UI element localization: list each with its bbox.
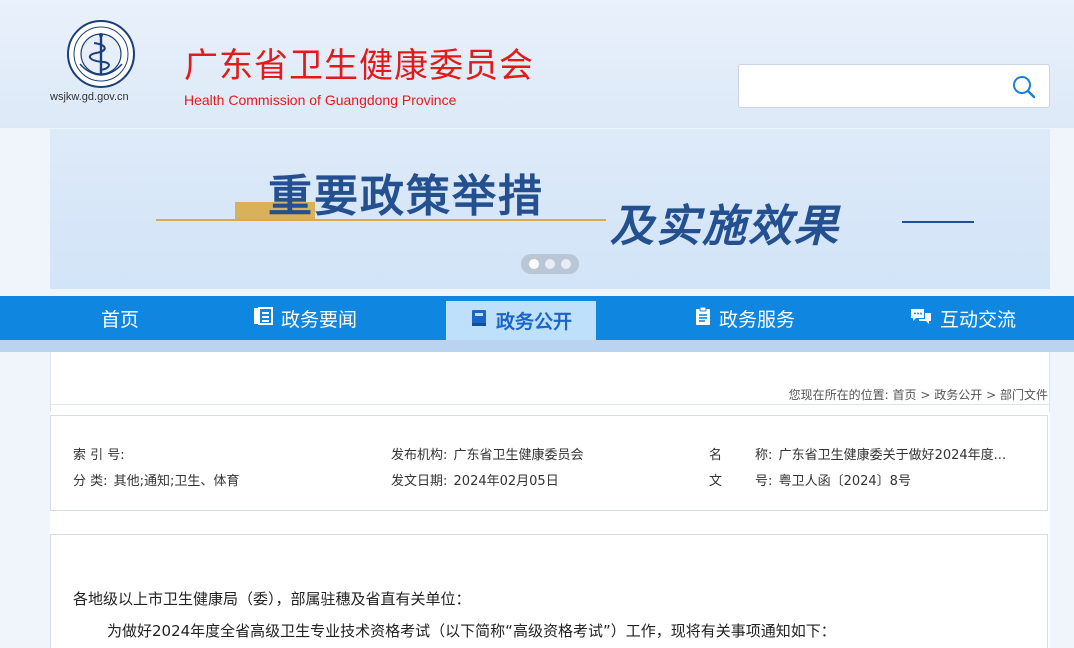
main-nav: 首页 政务要闻 政务公开 政务服务 互动交流 [0, 296, 1074, 340]
nav-item-public-affairs[interactable]: 政务公开 [446, 301, 596, 340]
meta-label: 发布机构: [391, 448, 448, 463]
meta-value: 广东省卫生健康委关于做好2024年度... [778, 448, 1007, 463]
content-border [1049, 352, 1050, 412]
site-domain: wsjkw.gd.gov.cn [50, 91, 129, 103]
content-border [50, 352, 51, 412]
nav-item-label: 政务服务 [718, 308, 795, 331]
carousel-dot[interactable] [561, 259, 571, 269]
chat-icon [910, 307, 932, 330]
meta-label: 分 类: [73, 474, 108, 489]
nav-item-interaction[interactable]: 互动交流 [888, 296, 1038, 340]
meta-publisher: 发布机构: 广东省卫生健康委员会 [391, 444, 584, 463]
search-box [738, 64, 1050, 108]
breadcrumb: 您现在所在的位置: 首页 > 政务公开 > 部门文件 [789, 386, 1048, 403]
carousel-indicators [521, 254, 579, 274]
breadcrumb-department-docs[interactable]: 部门文件 [1000, 388, 1048, 402]
nav-item-news[interactable]: 政务要闻 [230, 296, 380, 340]
banner-headline: 重要政策举措 [268, 171, 544, 222]
document-metadata: 索 引 号: 分 类: 其他;通知;卫生、体育 发布机构: 广东省卫生健康委员会… [50, 415, 1048, 511]
meta-value: 广东省卫生健康委员会 [453, 448, 584, 463]
carousel-dot[interactable] [529, 259, 539, 269]
breadcrumb-separator: > [986, 388, 1000, 402]
document-salutation: 各地级以上市卫生健康局（委），部属驻穗及省直有关单位： [73, 590, 471, 608]
health-emblem-icon[interactable] [66, 19, 136, 89]
meta-value: 2024年02月05日 [453, 474, 559, 489]
breadcrumb-separator: > [920, 388, 935, 402]
breadcrumb-public-affairs[interactable]: 政务公开 [934, 388, 982, 402]
meta-value: 粤卫人函〔2024〕8号 [778, 474, 911, 489]
site-header: wsjkw.gd.gov.cn 广东省卫生健康委员会 Health Commis… [0, 0, 1074, 128]
article-content: 您现在所在的位置: 首页 > 政务公开 > 部门文件 索 引 号: 分 类: 其… [50, 352, 1050, 648]
banner-carousel[interactable]: 重要政策举措 及实施效果 [50, 129, 1050, 289]
nav-item-label: 首页 [100, 308, 139, 331]
nav-item-label: 互动交流 [939, 308, 1016, 331]
meta-index: 索 引 号: [73, 444, 127, 463]
book-icon [470, 309, 488, 332]
meta-label: 名 称: [709, 448, 773, 463]
meta-category: 分 类: 其他;通知;卫生、体育 [73, 470, 239, 489]
breadcrumb-prefix: 您现在所在的位置: [788, 388, 889, 402]
site-title[interactable]: 广东省卫生健康委员会 [184, 46, 534, 86]
clipboard-icon [695, 306, 711, 331]
meta-label: 文 号: [709, 474, 773, 489]
site-subtitle: Health Commission of Guangdong Province [184, 92, 457, 108]
banner-subheadline: 及实施效果 [610, 201, 840, 252]
meta-label: 发文日期: [391, 474, 448, 489]
banner-decorative-line-right [902, 221, 974, 223]
meta-doc-number: 文 号: 粤卫人函〔2024〕8号 [709, 470, 911, 489]
carousel-dot[interactable] [545, 259, 555, 269]
nav-item-label: 政务公开 [495, 311, 572, 333]
search-input[interactable] [749, 73, 999, 99]
meta-value: 其他;通知;卫生、体育 [113, 474, 240, 489]
search-icon[interactable] [1011, 74, 1037, 100]
breadcrumb-divider [50, 404, 1050, 405]
nav-item-home[interactable]: 首页 [50, 296, 190, 340]
nav-underline-strip [0, 340, 1074, 352]
document-paragraph: 为做好2024年度全省高级卫生专业技术资格考试（以下简称“高级资格考试”）工作，… [107, 622, 836, 640]
meta-name: 名 称: 广东省卫生健康委关于做好2024年度... [709, 444, 1006, 463]
meta-date: 发文日期: 2024年02月05日 [391, 470, 559, 489]
document-body: 各地级以上市卫生健康局（委），部属驻穗及省直有关单位： 为做好2024年度全省高… [50, 534, 1048, 648]
nav-item-label: 政务要闻 [280, 308, 357, 331]
news-icon [253, 306, 273, 330]
nav-item-services[interactable]: 政务服务 [670, 296, 820, 340]
meta-label: 索 引 号: [73, 448, 125, 463]
breadcrumb-home[interactable]: 首页 [893, 388, 917, 402]
